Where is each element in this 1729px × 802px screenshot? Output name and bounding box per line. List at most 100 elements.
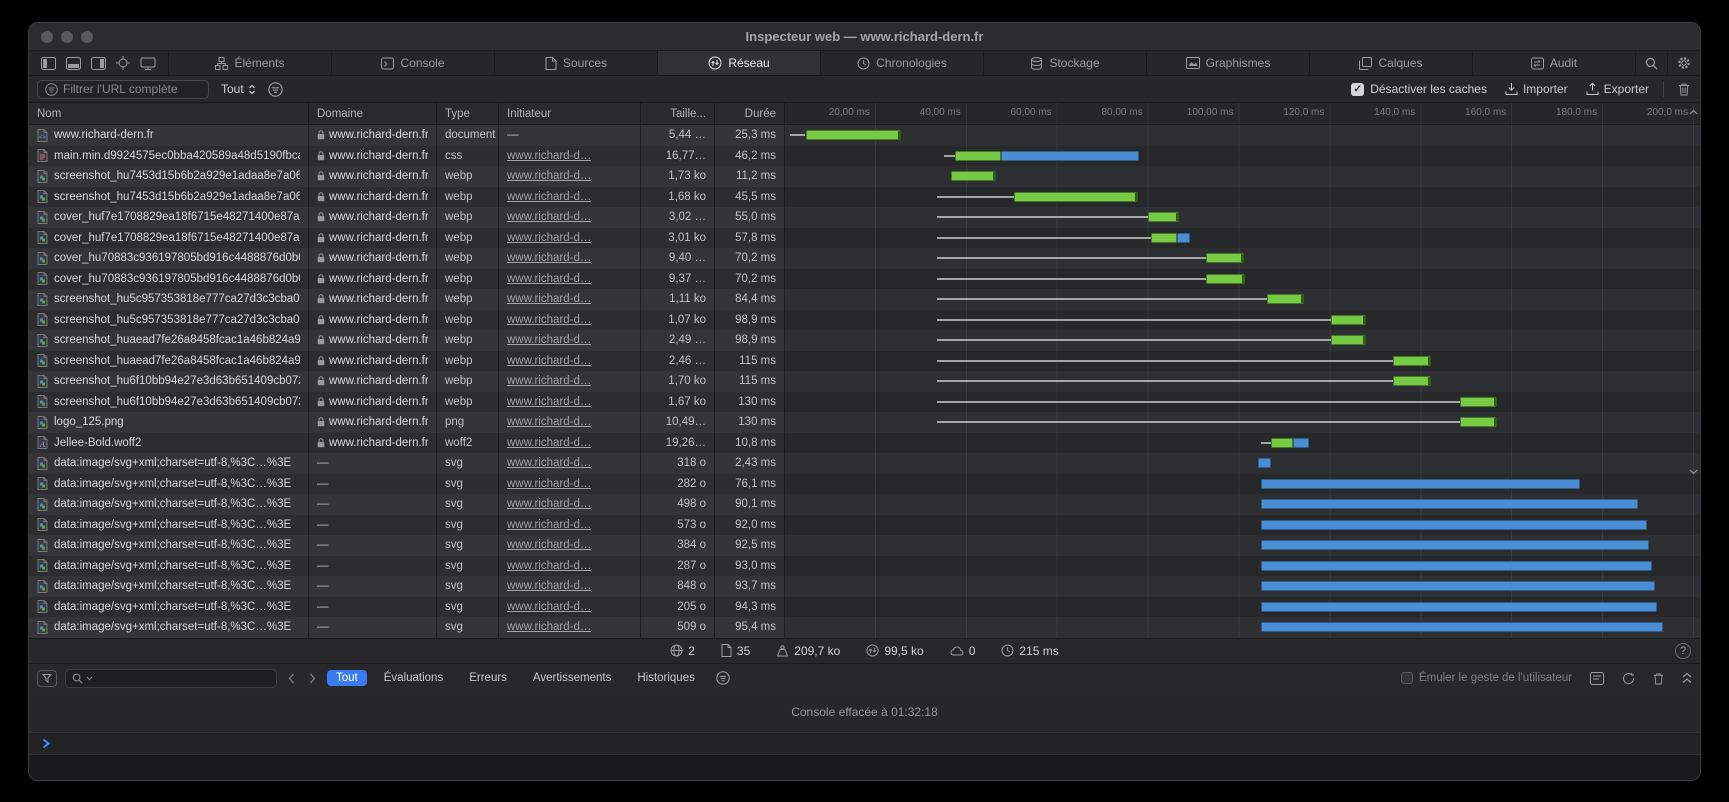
table-row[interactable]: logo_125.pngwww.richard-dern.frpngwww.ri… xyxy=(29,412,1700,433)
table-row[interactable]: data:image/svg+xml;charset=utf-8,%3C…%3E… xyxy=(29,617,1700,638)
zoom-window-button[interactable] xyxy=(81,31,93,43)
console-scope-warnings[interactable]: Avertissements xyxy=(524,670,620,686)
resource-name-cell[interactable]: <>www.richard-dern.fr xyxy=(29,125,309,146)
resource-name-cell[interactable]: logo_125.png xyxy=(29,412,309,433)
table-row[interactable]: screenshot_huaead7fe26a8458fcac1a46b824a… xyxy=(29,351,1700,372)
table-row[interactable]: screenshot_hu6f10bb94e27e3d63b651409cb07… xyxy=(29,371,1700,392)
initiator-link[interactable]: www.richard-d… xyxy=(507,457,591,469)
resource-name-cell[interactable]: screenshot_huaead7fe26a8458fcac1a46b824a… xyxy=(29,351,309,372)
initiator-link[interactable]: www.richard-d… xyxy=(507,580,591,592)
tab-elements[interactable]: Éléments xyxy=(169,51,332,75)
resource-name-cell[interactable]: screenshot_hu7453d15b6b2a929e1adaa8e7a06… xyxy=(29,187,309,208)
table-row[interactable]: data:image/svg+xml;charset=utf-8,%3C…%3E… xyxy=(29,556,1700,577)
table-row[interactable]: screenshot_hu7453d15b6b2a929e1adaa8e7a06… xyxy=(29,166,1700,187)
console-filter-menu-icon[interactable] xyxy=(716,671,730,685)
resource-name-cell[interactable]: data:image/svg+xml;charset=utf-8,%3C…%3E xyxy=(29,576,309,597)
import-button[interactable]: Importer xyxy=(1505,82,1568,96)
table-row[interactable]: screenshot_hu5c957353818e777ca27d3c3cba0… xyxy=(29,310,1700,331)
expand-console-icon[interactable] xyxy=(1682,672,1692,684)
initiator-link[interactable]: www.richard-d… xyxy=(507,191,591,203)
resource-name-cell[interactable]: data:image/svg+xml;charset=utf-8,%3C…%3E xyxy=(29,556,309,577)
resource-name-cell[interactable]: data:image/svg+xml;charset=utf-8,%3C…%3E xyxy=(29,535,309,556)
table-row[interactable]: main.min.d9924575ec0bba420589a48d5190fbc… xyxy=(29,146,1700,167)
traffic-lights[interactable] xyxy=(41,31,93,43)
console-filter-icon[interactable] xyxy=(37,670,57,687)
filter-menu-icon[interactable] xyxy=(268,82,283,97)
resource-name-cell[interactable]: data:image/svg+xml;charset=utf-8,%3C…%3E xyxy=(29,617,309,638)
disable-caches-checkbox[interactable]: ✓ Désactiver les caches xyxy=(1351,82,1487,96)
initiator-link[interactable]: www.richard-d… xyxy=(507,437,591,449)
tab-layers[interactable]: Calques xyxy=(1310,51,1473,75)
initiator-link[interactable]: www.richard-d… xyxy=(507,601,591,613)
initiator-link[interactable]: www.richard-d… xyxy=(507,170,591,182)
console-empty-area[interactable] xyxy=(29,755,1700,781)
initiator-link[interactable]: www.richard-d… xyxy=(507,314,591,326)
tab-network[interactable]: Réseau xyxy=(658,51,821,75)
table-row[interactable]: cover_huf7e1708829ea18f6715e48271400e87a… xyxy=(29,207,1700,228)
column-header-duration[interactable]: Durée xyxy=(715,103,785,124)
resource-name-cell[interactable]: main.min.d9924575ec0bba420589a48d5190fbc… xyxy=(29,146,309,167)
column-header-initiator[interactable]: Initiateur xyxy=(499,103,641,124)
console-search-input[interactable] xyxy=(65,669,277,688)
table-row[interactable]: data:image/svg+xml;charset=utf-8,%3C…%3E… xyxy=(29,515,1700,536)
resource-name-cell[interactable]: screenshot_hu5c957353818e777ca27d3c3cba0… xyxy=(29,310,309,331)
column-header-name[interactable]: Nom xyxy=(29,103,309,124)
table-row[interactable]: screenshot_hu6f10bb94e27e3d63b651409cb07… xyxy=(29,392,1700,413)
initiator-link[interactable]: www.richard-d… xyxy=(507,621,591,633)
tab-graphics[interactable]: Graphismes xyxy=(1147,51,1310,75)
clear-console-trash-icon[interactable] xyxy=(1653,672,1664,685)
table-row[interactable]: screenshot_hu7453d15b6b2a929e1adaa8e7a06… xyxy=(29,187,1700,208)
resource-name-cell[interactable]: cover_hu70883c936197805bd916c4488876d0b0… xyxy=(29,269,309,290)
tab-timelines[interactable]: Chronologies xyxy=(821,51,984,75)
console-scope-evaluations[interactable]: Évaluations xyxy=(375,670,452,686)
url-filter-input[interactable]: Filtrer l'URL complète xyxy=(37,80,209,99)
console-scope-errors[interactable]: Erreurs xyxy=(460,670,516,686)
reload-icon[interactable] xyxy=(1622,672,1635,685)
inspector-search-button[interactable] xyxy=(1636,51,1668,75)
element-picker-icon[interactable] xyxy=(116,56,130,70)
resource-name-cell[interactable]: cover_huf7e1708829ea18f6715e48271400e87a… xyxy=(29,207,309,228)
initiator-link[interactable]: www.richard-d… xyxy=(507,273,591,285)
console-prompt-row[interactable] xyxy=(29,733,1700,755)
table-row[interactable]: data:image/svg+xml;charset=utf-8,%3C…%3E… xyxy=(29,535,1700,556)
initiator-link[interactable]: www.richard-d… xyxy=(507,232,591,244)
resource-name-cell[interactable]: screenshot_hu7453d15b6b2a929e1adaa8e7a06… xyxy=(29,166,309,187)
resource-name-cell[interactable]: data:image/svg+xml;charset=utf-8,%3C…%3E xyxy=(29,597,309,618)
tab-sources[interactable]: Sources xyxy=(495,51,658,75)
resource-name-cell[interactable]: cover_hu70883c936197805bd916c4488876d0b0… xyxy=(29,248,309,269)
help-button[interactable]: ? xyxy=(1675,643,1691,659)
initiator-link[interactable]: www.richard-d… xyxy=(507,498,591,510)
dock-right-icon[interactable] xyxy=(91,57,106,70)
column-header-size[interactable]: Taille... xyxy=(641,103,715,124)
tab-console[interactable]: Console xyxy=(332,51,495,75)
resource-name-cell[interactable]: cover_huf7e1708829ea18f6715e48271400e87a… xyxy=(29,228,309,249)
dock-left-icon[interactable] xyxy=(41,57,56,70)
resource-name-cell[interactable]: data:image/svg+xml;charset=utf-8,%3C…%3E xyxy=(29,453,309,474)
initiator-link[interactable]: www.richard-d… xyxy=(507,150,591,162)
initiator-link[interactable]: www.richard-d… xyxy=(507,211,591,223)
initiator-link[interactable]: www.richard-d… xyxy=(507,396,591,408)
initiator-link[interactable]: www.richard-d… xyxy=(507,334,591,346)
resource-name-cell[interactable]: screenshot_hu6f10bb94e27e3d63b651409cb07… xyxy=(29,392,309,413)
console-drawer-icon[interactable] xyxy=(1590,672,1604,685)
initiator-link[interactable]: www.richard-d… xyxy=(507,416,591,428)
export-button[interactable]: Exporter xyxy=(1586,82,1649,96)
table-row[interactable]: data:image/svg+xml;charset=utf-8,%3C…%3E… xyxy=(29,494,1700,515)
table-row[interactable]: cover_hu70883c936197805bd916c4488876d0b0… xyxy=(29,269,1700,290)
scroll-up-icon[interactable] xyxy=(1689,109,1698,115)
table-row[interactable]: AJellee-Bold.woff2www.richard-dern.frwof… xyxy=(29,433,1700,454)
table-row[interactable]: data:image/svg+xml;charset=utf-8,%3C…%3E… xyxy=(29,453,1700,474)
resource-name-cell[interactable]: screenshot_hu6f10bb94e27e3d63b651409cb07… xyxy=(29,371,309,392)
next-result-button[interactable] xyxy=(306,673,319,684)
console-scope-logs[interactable]: Historiques xyxy=(628,670,704,686)
resource-name-cell[interactable]: screenshot_huaead7fe26a8458fcac1a46b824a… xyxy=(29,330,309,351)
device-icon[interactable] xyxy=(140,57,156,70)
initiator-link[interactable]: www.richard-d… xyxy=(507,539,591,551)
previous-result-button[interactable] xyxy=(285,673,298,684)
initiator-link[interactable]: www.richard-d… xyxy=(507,252,591,264)
resource-name-cell[interactable]: data:image/svg+xml;charset=utf-8,%3C…%3E xyxy=(29,494,309,515)
initiator-link[interactable]: www.richard-d… xyxy=(507,519,591,531)
table-row[interactable]: cover_huf7e1708829ea18f6715e48271400e87a… xyxy=(29,228,1700,249)
scroll-down-icon[interactable] xyxy=(1689,469,1698,475)
minimize-window-button[interactable] xyxy=(61,31,73,43)
